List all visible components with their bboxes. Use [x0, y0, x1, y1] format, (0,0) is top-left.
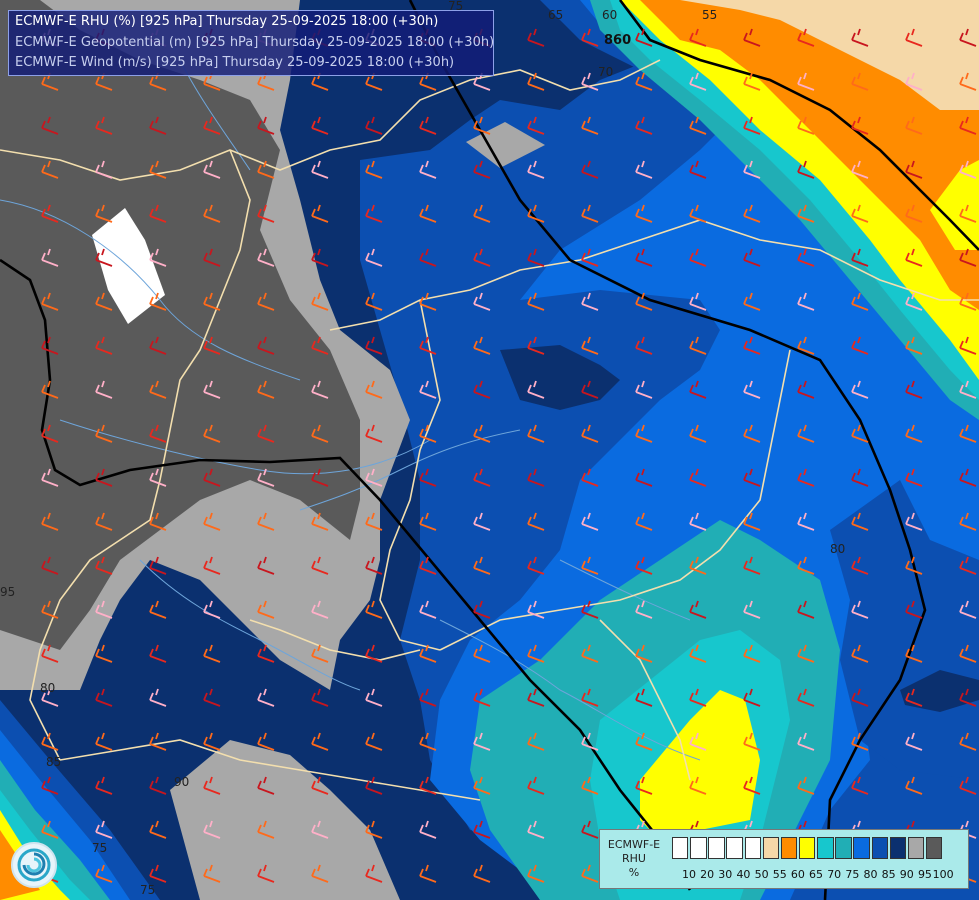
legend-tick-label: 95 — [917, 868, 932, 881]
legend-labels: 10 20 30 40 50 55 60 65 70 75 80 85 90 95 100 — [600, 868, 970, 882]
legend-swatch — [817, 837, 834, 859]
legend-tick-label: 80 — [863, 868, 878, 881]
legend-title-variable: RHU — [622, 852, 646, 865]
legend-tick-label: 20 — [700, 868, 715, 881]
contour-label: 80 — [40, 681, 55, 695]
legend-swatch — [871, 837, 888, 859]
legend-tick-label: 100 — [932, 868, 954, 881]
contour-label: 65 — [548, 8, 563, 22]
contour-label: 70 — [598, 65, 613, 79]
legend-swatch — [726, 837, 743, 859]
legend-swatch — [853, 837, 870, 859]
legend-swatch — [690, 837, 707, 859]
contour-label: 55 — [702, 8, 717, 22]
legend-swatch — [889, 837, 907, 859]
legend-tick-label: 40 — [736, 868, 751, 881]
ecmwf-swirl-icon — [17, 848, 51, 882]
legend-swatch — [708, 837, 725, 859]
legend-tick-label: 70 — [827, 868, 842, 881]
legend-swatch — [907, 837, 925, 859]
contour-label: 75 — [140, 883, 155, 897]
legend-tick-label: 85 — [881, 868, 896, 881]
title-wind: ECMWF-E Wind (m/s) [925 hPa] Thursday 25… — [15, 55, 455, 70]
color-legend: ECMWF-E RHU % 10 20 30 40 50 55 60 65 70 75 80 85 90… — [599, 829, 969, 889]
legend-swatch — [925, 837, 943, 859]
legend-swatches — [672, 837, 944, 859]
legend-tick-label: 30 — [718, 868, 733, 881]
ecmwf-logo — [11, 842, 57, 888]
legend-swatch — [835, 837, 852, 859]
legend-tick-label: 65 — [809, 868, 824, 881]
legend-tick-label: 55 — [772, 868, 787, 881]
legend-tick-label: 90 — [899, 868, 914, 881]
legend-swatch — [798, 837, 816, 859]
contour-label: 75 — [92, 841, 107, 855]
legend-swatch — [762, 837, 780, 859]
weather-map: 75 65 60 55 70 860 80 95 85 90 75 80 75 — [0, 0, 979, 900]
legend-swatch — [672, 837, 689, 859]
title-rhu: ECMWF-E RHU (%) [925 hPa] Thursday 25-09… — [15, 14, 439, 29]
contour-label: 80 — [830, 542, 845, 556]
contour-label: 60 — [602, 8, 617, 22]
legend-tick-label: 75 — [845, 868, 860, 881]
legend-title-model: ECMWF-E — [607, 838, 661, 851]
contour-label: 860 — [604, 33, 631, 48]
legend-swatch — [780, 837, 798, 859]
contour-label: 90 — [174, 775, 189, 789]
contour-label: 95 — [0, 585, 15, 599]
title-geopotential: ECMWF-E Geopotential (m) [925 hPa] Thurs… — [15, 34, 495, 50]
legend-tick-label: 60 — [790, 868, 805, 881]
legend-swatch — [744, 837, 761, 859]
contour-label: 85 — [46, 755, 61, 769]
title-panel: ECMWF-E RHU (%) [925 hPa] Thursday 25-09… — [8, 10, 494, 76]
legend-tick-label: 10 — [682, 868, 696, 881]
legend-tick-label: 50 — [754, 868, 769, 881]
